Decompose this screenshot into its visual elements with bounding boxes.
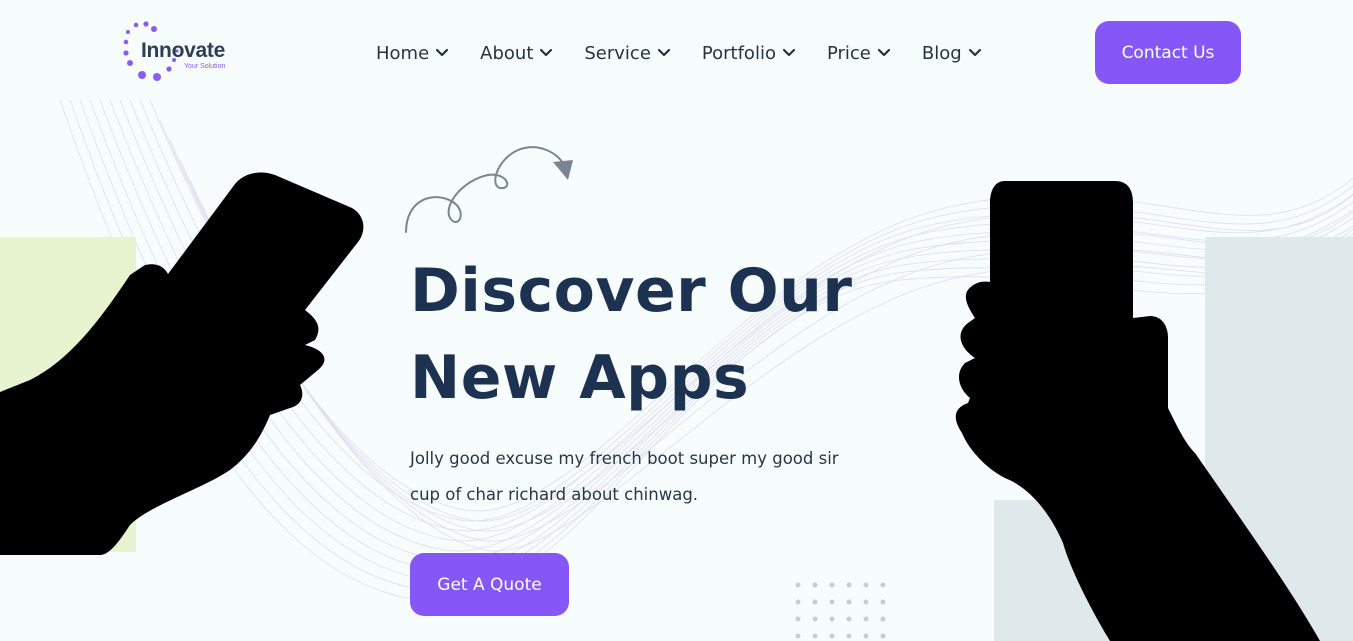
chevron-down-icon [968,48,981,57]
logo-wordmark: Innovate [141,39,225,62]
main-navigation: Home About Service Portfolio Price Blog [376,40,982,66]
nav-item-label: Service [584,42,651,64]
nav-item-label: Blog [921,42,962,64]
hero-description-line-1: Jolly good excuse my french boot super m… [410,449,839,468]
chevron-down-icon [877,48,890,57]
nav-item-home[interactable]: Home [376,40,449,66]
hero-title-line-1: Discover Our [410,256,853,326]
hero-title: Discover Our New Apps [410,248,870,422]
contact-us-button[interactable]: Contact Us [1095,21,1241,84]
logo-tagline: Your Solution [184,63,226,70]
get-a-quote-button[interactable]: Get A Quote [410,553,569,616]
brand-logo[interactable]: Innovate Your Solution [122,20,242,84]
nav-item-about[interactable]: About [480,40,553,66]
chevron-down-icon [657,48,671,57]
chevron-down-icon [782,48,796,57]
chevron-down-icon [540,48,553,57]
site-header: Innovate Your Solution Home About Servic… [0,0,1353,104]
hero-description: Jolly good excuse my french boot super m… [410,441,850,513]
nav-item-label: Portfolio [701,42,776,64]
nav-item-price[interactable]: Price [827,40,891,66]
hand-holding-phone-left-image [0,172,364,555]
nav-item-label: About [480,42,534,64]
chevron-down-icon [436,48,449,57]
hero-title-line-2: New Apps [410,343,750,413]
nav-item-portfolio[interactable]: Portfolio [702,40,796,66]
nav-item-label: Home [376,42,430,64]
nav-item-label: Price [826,42,871,64]
curly-arrow-icon [405,146,573,233]
hero-description-line-2: cup of char richard about chinwag. [410,485,699,504]
nav-item-service[interactable]: Service [584,40,671,66]
hand-holding-phone-right-image [955,181,1320,641]
decorative-dot-grid [795,582,886,639]
nav-item-blog[interactable]: Blog [922,40,982,66]
